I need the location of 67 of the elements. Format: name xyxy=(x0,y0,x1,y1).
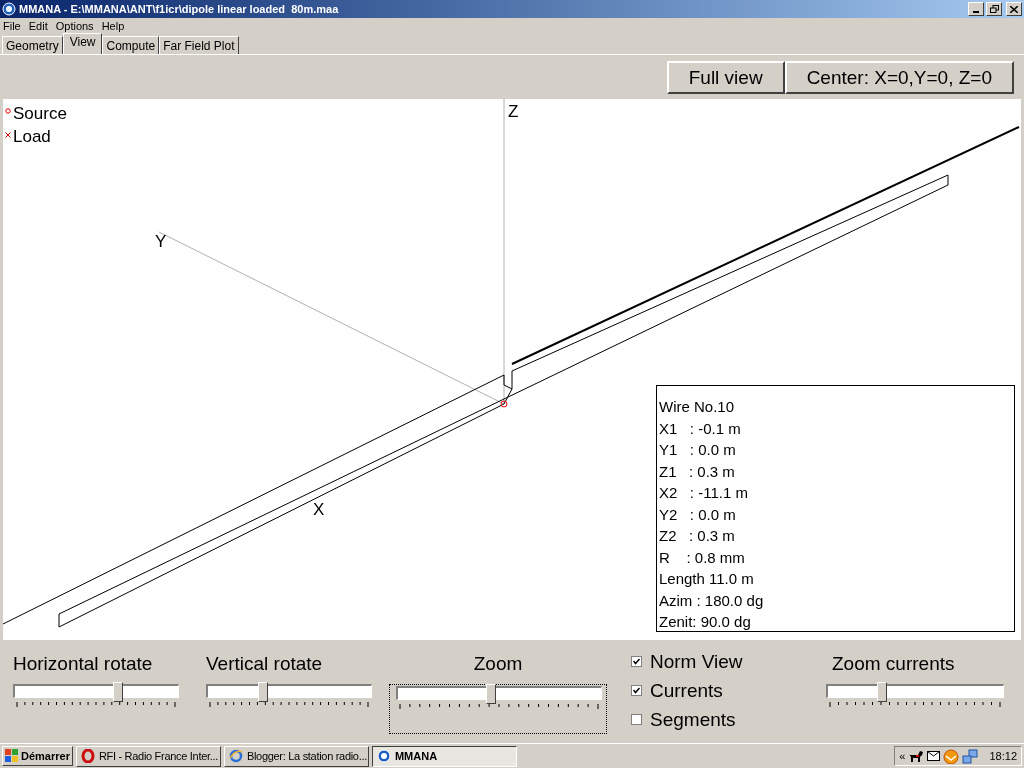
windows-logo-icon xyxy=(5,749,19,763)
wire-info-line: Length 11.0 m xyxy=(659,569,755,589)
checkbox-label: Norm View xyxy=(650,652,743,671)
taskbar-button[interactable]: Blogger: La station radio... xyxy=(223,745,369,767)
axis-label: X xyxy=(313,501,325,518)
checkbox[interactable] xyxy=(631,656,642,667)
taskbar-button[interactable]: MMANA xyxy=(371,745,517,767)
source-marker xyxy=(500,400,508,408)
source-marker-icon xyxy=(5,107,11,114)
legend-label: Source xyxy=(13,105,67,122)
browser-icon xyxy=(228,749,243,763)
slider-thumb[interactable] xyxy=(258,682,269,702)
app-icon xyxy=(2,2,16,16)
tab[interactable]: Far Field Plot xyxy=(159,36,239,54)
start-button[interactable]: Démarrer xyxy=(2,746,73,766)
checkbox-label: Currents xyxy=(650,681,723,700)
minimize-button[interactable] xyxy=(968,2,984,16)
wire-info-line: Wire No.10 xyxy=(659,397,736,417)
menu-item[interactable]: Edit xyxy=(28,20,48,32)
wire-info-line: X1 : -0.1 m xyxy=(659,418,742,439)
restore-button[interactable] xyxy=(986,2,1002,16)
wire-info-line: Y2 : 0.0 m xyxy=(659,504,737,525)
axis-label: Y xyxy=(155,233,167,250)
taskbar-button[interactable]: RFI - Radio France Inter... xyxy=(75,745,221,767)
clock: 18:12 xyxy=(989,748,1017,764)
view-button[interactable]: Center: X=0,Y=0, Z=0 xyxy=(784,60,1014,94)
window-title: MMANA - E:\MMANA\ANT\f1icr\dipole linear loaded 80m.maa xyxy=(19,1,339,17)
tray-expand-button[interactable]: « xyxy=(899,750,906,762)
checkbox[interactable] xyxy=(631,685,642,696)
menu-item[interactable]: Help xyxy=(101,20,125,32)
wire-info-line: Zenit: 90.0 dg xyxy=(659,612,752,632)
dog-icon[interactable] xyxy=(908,749,925,763)
load-marker-icon xyxy=(5,132,11,138)
wire-info-line: Y1 : 0.0 m xyxy=(659,440,737,460)
browser-icon xyxy=(80,749,95,763)
checkbox[interactable] xyxy=(631,714,642,725)
wire-info-line: Azim : 180.0 dg xyxy=(659,590,765,611)
check-icon xyxy=(633,658,640,665)
slider-label: Zoom xyxy=(472,654,524,676)
slider-thumb[interactable] xyxy=(486,684,497,704)
slider-label: Horizontal rotate xyxy=(12,654,154,676)
checkbox-label: Segments xyxy=(650,710,736,729)
check-icon xyxy=(633,687,640,694)
app-icon xyxy=(376,749,391,763)
axis-label: Z xyxy=(508,103,519,120)
tab[interactable]: Geometry xyxy=(2,36,63,54)
slider-label: Vertical rotate xyxy=(205,654,324,676)
network-icon[interactable] xyxy=(962,748,979,764)
envelope-icon[interactable] xyxy=(927,751,941,761)
restore-icon xyxy=(989,5,999,13)
close-icon xyxy=(1010,5,1018,13)
minimize-icon xyxy=(973,11,979,13)
wire-info-line: Z1 : 0.3 m xyxy=(659,461,736,482)
menu-item[interactable]: Options xyxy=(55,20,94,32)
slider-thumb[interactable] xyxy=(112,682,123,702)
menu-item[interactable]: File xyxy=(3,20,21,32)
slider-thumb[interactable] xyxy=(877,682,888,702)
view-button[interactable]: Full view xyxy=(666,60,785,94)
close-button[interactable] xyxy=(1006,2,1022,16)
slider-label: Zoom currents xyxy=(831,654,956,676)
tab[interactable]: Compute xyxy=(102,36,160,54)
legend-label: Load xyxy=(13,128,51,145)
wire-info-line: Z2 : 0.3 m xyxy=(659,526,736,546)
wire-info-line: R : 0.8 mm xyxy=(659,547,746,568)
wire-info-line: X2 : -11.1 m xyxy=(659,483,749,503)
tab[interactable]: View xyxy=(62,33,103,54)
mail-icon[interactable] xyxy=(943,748,960,764)
